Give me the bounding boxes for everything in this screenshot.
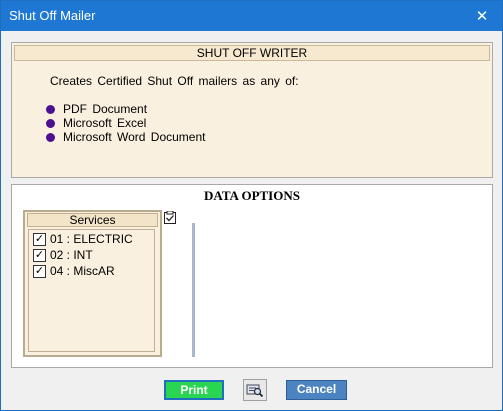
bullet-icon [46,132,55,142]
checkbox-checked-icon[interactable]: ✓ [33,232,46,246]
close-icon[interactable]: ✕ [462,1,502,31]
services-group: Services ✓ 01 : ELECTRIC ✓ 02 : INT ✓ 04… [23,210,162,357]
service-item-miscar[interactable]: ✓ 04 : MiscAR [33,263,115,279]
format-item-word: Microsoft Word Document [46,130,206,144]
writer-panel: SHUT OFF WRITER Creates Certified Shut O… [11,42,493,178]
bullet-icon [46,118,55,128]
panel-divider [192,223,195,357]
bullet-icon [46,104,55,114]
service-item-electric[interactable]: ✓ 01 : ELECTRIC [33,231,133,247]
shut-off-mailer-window: Shut Off Mailer ✕ SHUT OFF WRITER Create… [0,0,503,411]
services-caption: Services [27,213,158,227]
title-bar: Shut Off Mailer ✕ [1,1,502,31]
checkbox-checked-icon[interactable]: ✓ [33,264,46,278]
services-list: ✓ 01 : ELECTRIC ✓ 02 : INT ✓ 04 : MiscAR [28,229,155,352]
service-label: 01 : ELECTRIC [50,232,133,246]
print-button[interactable]: Print [164,380,224,400]
service-label: 02 : INT [50,248,93,262]
data-options-panel: DATA OPTIONS Services ✓ 01 : ELECTRIC ✓ … [11,184,493,368]
writer-description: Creates Certified Shut Off mailers as an… [50,74,299,88]
print-preview-icon [246,384,264,398]
service-label: 04 : MiscAR [50,264,115,278]
data-options-header: DATA OPTIONS [204,188,300,203]
format-item-pdf: PDF Document [46,102,206,116]
window-title: Shut Off Mailer [9,8,96,23]
cancel-button[interactable]: Cancel [286,380,347,400]
print-preview-button[interactable] [243,379,267,401]
checklist-icon[interactable] [164,211,176,224]
service-item-int[interactable]: ✓ 02 : INT [33,247,93,263]
checkbox-checked-icon[interactable]: ✓ [33,248,46,262]
format-item-excel: Microsoft Excel [46,116,206,130]
format-list: PDF Document Microsoft Excel Microsoft W… [46,102,206,144]
writer-panel-header: SHUT OFF WRITER [14,45,490,61]
